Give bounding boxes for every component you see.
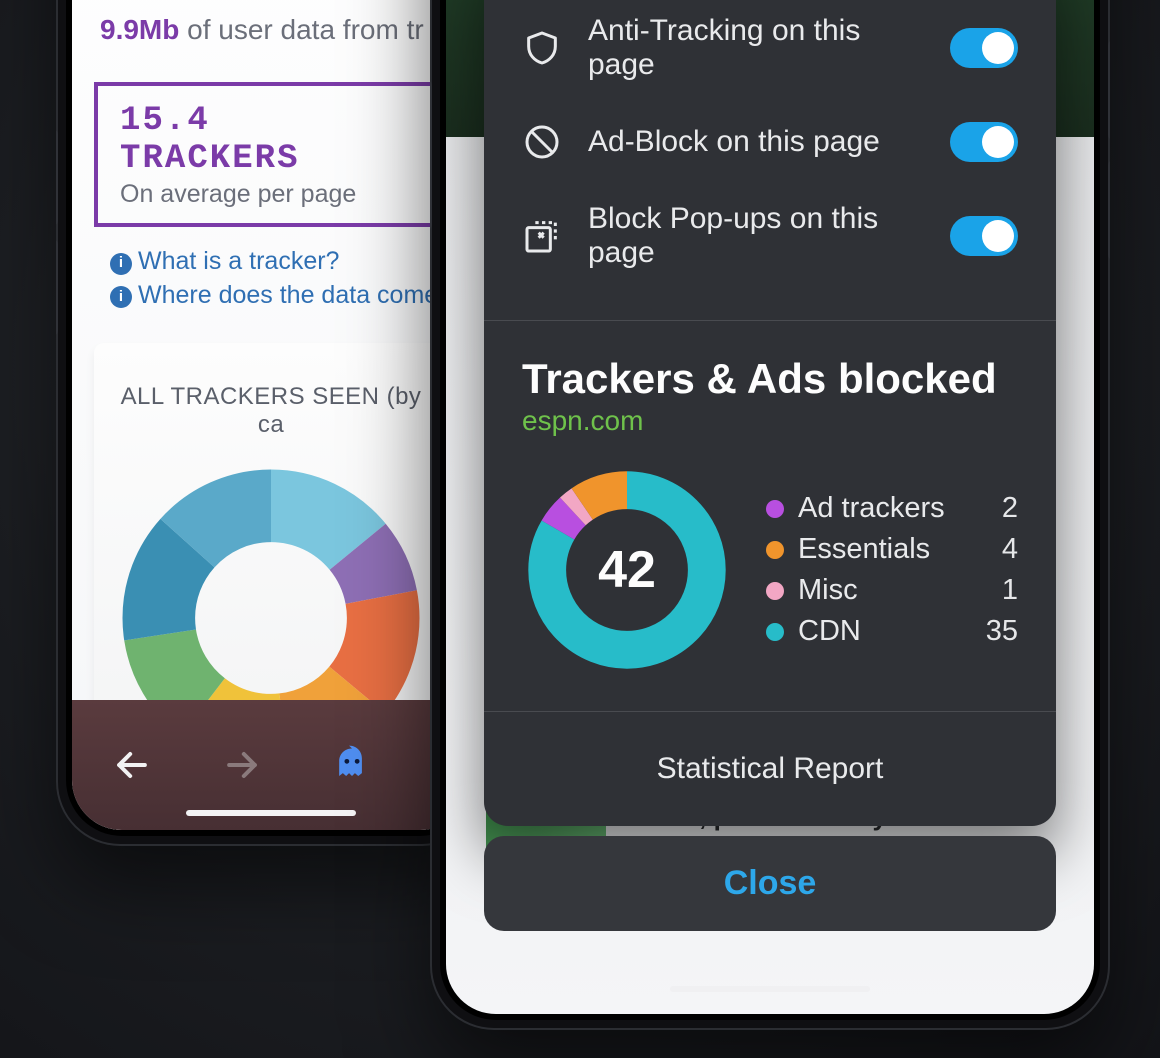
blocked-title: Trackers & Ads blocked [522, 355, 1018, 403]
volume-up-button[interactable] [56, 130, 58, 225]
option-anti-tracking: Anti-Tracking on this page [522, 0, 1018, 102]
hero-size: 9.9Mb [100, 14, 179, 45]
volume-up-button[interactable] [1108, 40, 1110, 140]
ghostery-button[interactable] [326, 739, 378, 791]
options-list: Anti-Tracking on this page Ad-Block on t… [484, 0, 1056, 320]
toggle-anti-tracking[interactable] [950, 28, 1018, 68]
trackers-average-label: TRACKERS [120, 140, 300, 178]
legend-name: CDN [798, 615, 986, 648]
option-block-popups: Block Pop-ups on this page [522, 182, 1018, 290]
legend-item: Ad trackers 2 [766, 488, 1018, 529]
link-data-source[interactable]: Where does the data come [138, 281, 438, 309]
option-ad-block: Ad-Block on this page [522, 102, 1018, 182]
option-label: Ad-Block on this page [588, 125, 924, 159]
info-icon: i [110, 253, 132, 275]
legend-item: CDN 35 [766, 611, 1018, 652]
legend-name: Essentials [798, 533, 1002, 566]
blocked-section: Trackers & Ads blocked espn.com 42 [484, 321, 1056, 711]
back-button[interactable] [106, 739, 158, 791]
close-button[interactable]: Close [484, 836, 1056, 931]
hero-text: 9.9Mb of user data from tr [72, 0, 470, 48]
forward-button[interactable] [216, 739, 268, 791]
dot-icon [766, 582, 784, 600]
toggle-block-popups[interactable] [950, 216, 1018, 256]
power-button[interactable] [430, 80, 432, 230]
legend-value: 4 [1002, 533, 1018, 566]
shield-icon [522, 28, 562, 68]
dot-icon [766, 623, 784, 641]
trackers-average-value: 15.4 [120, 102, 210, 140]
popup-icon [522, 216, 562, 256]
option-label: Block Pop-ups on this page [588, 202, 924, 270]
arrow-right-icon [220, 743, 264, 787]
block-icon [522, 122, 562, 162]
privacy-panel: Anti-Tracking on this page Ad-Block on t… [484, 0, 1056, 826]
legend-item: Misc 1 [766, 570, 1018, 611]
arrow-left-icon [110, 743, 154, 787]
option-label: Anti-Tracking on this page [588, 14, 924, 82]
home-indicator[interactable] [670, 986, 870, 992]
info-links: i What is a tracker? i Where does the data… [110, 245, 448, 313]
ghost-icon [330, 743, 374, 787]
statistical-report-button[interactable]: Statistical Report [484, 711, 1056, 826]
home-indicator[interactable] [186, 810, 356, 816]
all-trackers-title: ALL TRACKERS SEEN (by ca [114, 383, 428, 439]
legend-value: 2 [1002, 492, 1018, 525]
volume-down-button[interactable] [1108, 160, 1110, 260]
legend-item: Essentials 4 [766, 529, 1018, 570]
legend-name: Ad trackers [798, 492, 1002, 525]
phone-left: 9.9Mb of user data from tr 15.4 TRACKERS… [56, 0, 486, 846]
legend-value: 1 [1002, 574, 1018, 607]
dot-icon [766, 541, 784, 559]
blocked-legend: Ad trackers 2 Essentials 4 Misc 1 [766, 488, 1018, 652]
info-icon: i [110, 286, 132, 308]
hero-rest: of user data from tr [179, 14, 423, 45]
legend-name: Misc [798, 574, 1002, 607]
blocked-total: 42 [522, 465, 732, 675]
trackers-average-sub: On average per page [120, 180, 422, 209]
dot-icon [766, 500, 784, 518]
phone-right: chaos, plus Germany's chance Anti-Tracki… [430, 0, 1110, 1030]
toggle-ad-block[interactable] [950, 122, 1018, 162]
legend-value: 35 [986, 615, 1018, 648]
volume-down-button[interactable] [56, 240, 58, 335]
link-what-is-tracker[interactable]: What is a tracker? [138, 247, 339, 275]
blocked-donut: 42 [522, 465, 732, 675]
trackers-average-card: 15.4 TRACKERS On average per page [94, 82, 448, 227]
blocked-domain: espn.com [522, 405, 1018, 437]
